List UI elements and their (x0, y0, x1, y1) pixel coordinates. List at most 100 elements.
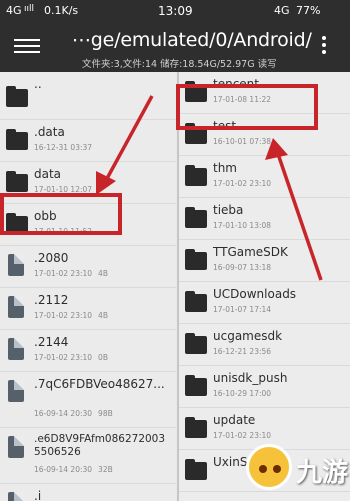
folder-icon (6, 128, 30, 150)
mascot-eye-icon (259, 465, 267, 473)
overflow-menu-icon[interactable] (318, 36, 330, 58)
network-indicator: 4G (6, 4, 22, 17)
item-date: 17-01-07 17:14 (213, 305, 272, 314)
item-date: 16-09-14 20:30 (34, 409, 93, 418)
item-meta: 17-01-02 23:10 4B (34, 269, 108, 278)
item-name: test (213, 119, 237, 133)
item-name: .. (34, 77, 42, 91)
item-name: thm (213, 161, 237, 175)
item-meta: 16-12-21 23:56 (213, 347, 271, 356)
item-name: .2112 (34, 293, 69, 307)
item-name: .e6D8V9FAfm086272003 5506526 (34, 433, 166, 458)
item-name: .2144 (34, 335, 69, 349)
item-meta: 17-01-02 23:10 0B (34, 353, 108, 362)
item-name: .2080 (34, 251, 69, 265)
folder-row[interactable]: obb 17-01-10 11:52 (0, 204, 176, 246)
item-name: UCDownloads (213, 287, 297, 301)
file-row[interactable]: .2144 17-01-02 23:10 0B (0, 330, 176, 372)
folder-icon (185, 416, 209, 438)
folder-row[interactable]: ucgamesdk 16-12-21 23:56 (179, 324, 350, 366)
folder-icon (185, 374, 209, 396)
clock: 13:09 (158, 4, 193, 18)
folder-row[interactable]: UCDownloads 17-01-07 17:14 (179, 282, 350, 324)
battery-level: 77% (296, 4, 321, 17)
item-meta (34, 95, 40, 104)
watermark-text: 九游 (296, 458, 349, 488)
folder-row[interactable]: unisdk_push 16-10-29 17:00 (179, 366, 350, 408)
item-meta: 17-01-08 11:22 (213, 95, 271, 104)
item-date: 17-01-10 12:07 (34, 185, 93, 194)
item-name: .7qC6FDBVeo48627... (34, 377, 165, 391)
network-indicator-right: 4G (274, 4, 290, 17)
current-path: ⋯ge/emulated/0/Android/ (72, 29, 312, 51)
folder-icon (185, 206, 209, 228)
folder-row[interactable]: .data 16-12-31 03:37 (0, 120, 176, 162)
item-size: 0B (98, 353, 108, 362)
item-name: update (213, 413, 256, 427)
item-date: 17-01-10 13:08 (213, 221, 272, 230)
item-date: 17-01-10 11:52 (34, 227, 93, 236)
file-manager-screen: 4G ııll 0.1K/s 13:09 4G 77% ⋯ge/emulated… (0, 0, 350, 501)
file-row[interactable]: .e6D8V9FAfm086272003 5506526 16-09-14 20:… (0, 428, 176, 484)
item-meta: 17-01-02 23:10 4B (34, 311, 108, 320)
item-size: 32B (98, 465, 113, 474)
item-name: obb (34, 209, 57, 223)
item-date: 16-10-01 07:38 (213, 137, 272, 146)
status-bar: 4G ııll 0.1K/s 13:09 4G 77% (0, 0, 350, 22)
item-date: 16-09-14 20:30 (34, 465, 93, 474)
storage-info: 文件夹:3,文件:14 储存:18.54G/52.97G 读写 (82, 59, 277, 70)
file-row[interactable]: .2112 17-01-02 23:10 4B (0, 288, 176, 330)
item-name: ucgamesdk (213, 329, 283, 343)
folder-row[interactable]: data 17-01-10 12:07 (0, 162, 176, 204)
left-file-list[interactable]: .. .data 16-12-31 03:37 data 17-01-10 12:07 o… (0, 72, 176, 501)
item-date: 16-12-31 03:37 (34, 143, 93, 152)
item-meta: 16-09-14 20:30 32B (34, 465, 113, 474)
item-date: 16-09-07 13:18 (213, 263, 272, 272)
folder-row[interactable]: tencent 17-01-08 11:22 (179, 72, 350, 114)
folder-row[interactable]: tieba 17-01-10 13:08 (179, 198, 350, 240)
folder-icon (185, 122, 209, 144)
folder-icon (6, 212, 30, 234)
item-date: 17-01-02 23:10 (34, 311, 93, 320)
folder-icon (6, 170, 30, 192)
signal-icon: ııll (24, 4, 35, 14)
folder-icon (185, 164, 209, 186)
item-meta: 16-10-01 07:38 (213, 137, 271, 146)
folder-icon (185, 290, 209, 312)
item-date: 17-01-02 23:10 (34, 353, 93, 362)
item-name: tencent (213, 77, 259, 91)
item-date: 17-01-02 23:10 (34, 269, 93, 278)
file-icon (6, 338, 30, 360)
folder-row[interactable]: test 16-10-01 07:38 (179, 114, 350, 156)
folder-icon (185, 248, 209, 270)
folder-row[interactable]: TTGameSDK 16-09-07 13:18 (179, 240, 350, 282)
item-meta: 17-01-10 12:07 (34, 185, 98, 194)
right-file-list[interactable]: tencent 17-01-08 11:22 test 16-10-01 07:38 t… (177, 72, 350, 501)
item-date: 17-01-02 23:10 (213, 179, 272, 188)
item-size: 4B (98, 311, 108, 320)
item-size: 4B (98, 269, 108, 278)
item-meta: 16-09-14 20:30 98B (34, 409, 113, 418)
item-name: data (34, 167, 62, 181)
folder-row[interactable]: .. (0, 72, 176, 120)
file-row[interactable]: .7qC6FDBVeo48627... 16-09-14 20:30 98B (0, 372, 176, 428)
item-name: unisdk_push (213, 371, 288, 385)
item-name: .data (34, 125, 65, 139)
folder-row[interactable]: thm 17-01-02 23:10 (179, 156, 350, 198)
item-meta: 17-01-02 23:10 (213, 179, 271, 188)
toolbar: ⋯ge/emulated/0/Android/ 文件夹:3,文件:14 储存:1… (0, 22, 350, 72)
hamburger-menu-icon[interactable] (14, 35, 40, 57)
folder-icon (185, 80, 209, 102)
file-icon (6, 436, 30, 458)
item-name: tieba (213, 203, 244, 217)
item-date: 17-01-08 11:22 (213, 95, 272, 104)
mascot-icon (246, 444, 292, 490)
item-size: 98B (98, 409, 113, 418)
mascot-eye-icon (273, 465, 281, 473)
file-row[interactable]: .2080 17-01-02 23:10 4B (0, 246, 176, 288)
watermark-logo: 九游 (246, 438, 349, 498)
item-date: 16-10-29 17:00 (213, 389, 272, 398)
file-row[interactable]: .i16-10-22 10:05172B (0, 484, 176, 501)
file-icon (6, 296, 30, 318)
network-speed: 0.1K/s (44, 4, 79, 17)
